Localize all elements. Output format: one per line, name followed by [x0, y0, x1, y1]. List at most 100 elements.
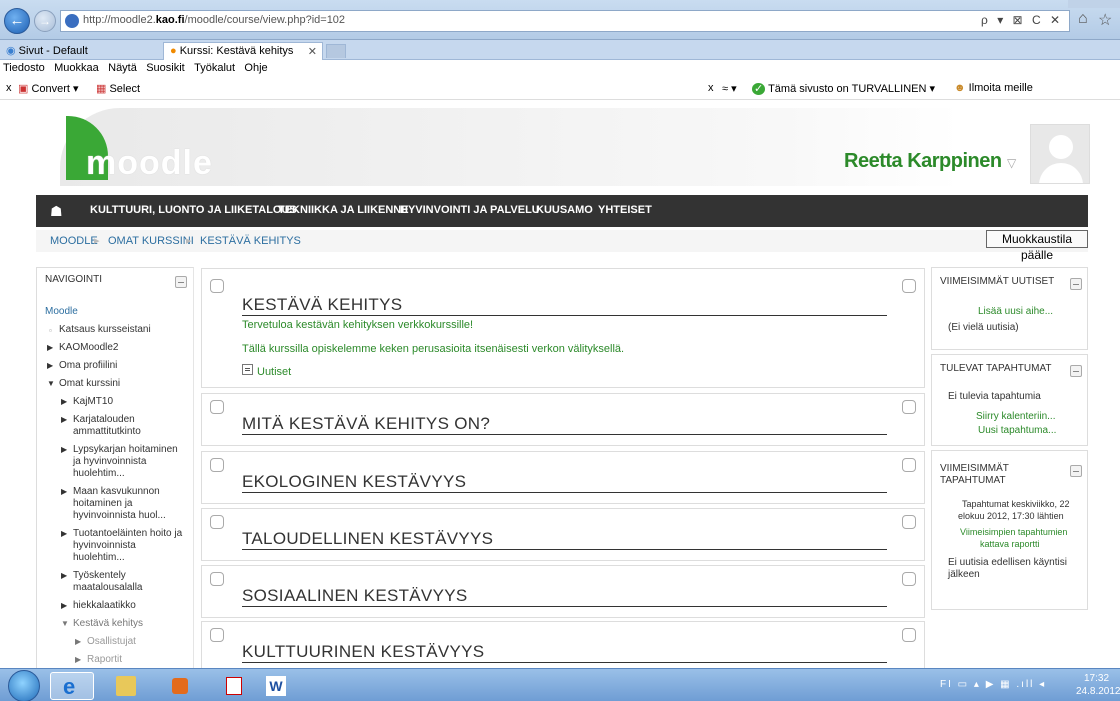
caret-down-icon[interactable]: ▼ — [47, 379, 55, 388]
nav-kulttuuri[interactable]: KULTTUURI, LUONTO JA LIIKETALOUS — [90, 204, 297, 216]
calendar-link[interactable]: Siirry kalenteriin... — [976, 411, 1055, 422]
window-controls[interactable] — [1068, 0, 1120, 8]
address-bar[interactable]: http://moodle2.kao.fi/moodle/course/view… — [60, 10, 1070, 32]
nav-kaomoodle2[interactable]: KAOMoodle2 — [59, 342, 118, 353]
caret-right-icon[interactable]: ▶ — [61, 529, 67, 538]
nav-course-tyo-1[interactable]: Työskentely — [73, 570, 126, 581]
taskbar-acrobat[interactable] — [212, 672, 256, 700]
caret-right-icon[interactable]: ▶ — [75, 637, 81, 646]
section-checkbox[interactable] — [210, 458, 224, 472]
menu-edit[interactable]: Muokkaa — [51, 60, 102, 76]
nav-course-lypsy-2[interactable]: ja hyvinvoinnista — [73, 456, 146, 467]
home-icon[interactable]: ⌂ — [1078, 10, 1088, 28]
tab-close-icon[interactable]: ✕ — [308, 45, 317, 58]
nav-hyvinvointi[interactable]: HYVINVOINTI JA PALVELU — [400, 204, 540, 216]
nav-course-lypsy-3[interactable]: huolehtim... — [73, 468, 125, 479]
caret-right-icon[interactable]: ▶ — [61, 601, 67, 610]
nav-tekniikka[interactable]: TEKNIIKKA JA LIIKENNE — [278, 204, 409, 216]
caret-right-icon[interactable]: ▶ — [61, 571, 67, 580]
nav-root[interactable]: Moodle — [45, 306, 78, 317]
collapse-icon[interactable] — [175, 276, 187, 288]
caret-right-icon[interactable]: ▶ — [61, 397, 67, 406]
section-checkbox[interactable] — [210, 279, 224, 293]
section-checkbox[interactable] — [210, 572, 224, 586]
menu-favorites[interactable]: Suosikit — [143, 60, 188, 76]
menu-help[interactable]: Ohje — [241, 60, 270, 76]
caret-right-icon[interactable]: ▶ — [75, 655, 81, 664]
nav-course-maa-3[interactable]: hyvinvoinnista huol... — [73, 510, 166, 521]
start-button[interactable] — [8, 670, 40, 701]
user-menu[interactable]: Reetta Karppinen — [844, 150, 1002, 173]
menu-view[interactable]: Näytä — [105, 60, 140, 76]
nav-overview[interactable]: Katsaus kursseistani — [59, 324, 151, 335]
section-checkbox[interactable] — [902, 515, 916, 529]
security-status[interactable]: ✓ Tämä sivusto on TURVALLINEN ▾ — [752, 82, 935, 95]
add-topic-link[interactable]: Lisää uusi aihe... — [978, 306, 1053, 317]
taskbar-explorer[interactable] — [104, 672, 148, 700]
nav-course-tuotanto-3[interactable]: huolehtim... — [73, 552, 125, 563]
section-checkbox[interactable] — [902, 628, 916, 642]
nav-course-tuotanto-1[interactable]: Tuotantoeläinten hoito ja — [73, 528, 182, 539]
crumb-course[interactable]: KESTÄVÄ KEHITYS — [200, 235, 301, 247]
nav-course-maa-1[interactable]: Maan kasvukunnon — [73, 486, 160, 497]
clock-time[interactable]: 17:32 — [1084, 673, 1109, 684]
address-tools[interactable]: ρ ▾ ⊠ C ✕ — [981, 13, 1063, 27]
caret-down-icon[interactable]: ▼ — [61, 619, 69, 628]
nav-course-karja-2[interactable]: ammattitutkinto — [73, 426, 141, 437]
full-report-link-1[interactable]: Viimeisimpien tapahtumien — [960, 527, 1067, 537]
edit-mode-button[interactable]: Muokkaustila päälle — [986, 230, 1088, 262]
collapse-icon[interactable] — [1070, 465, 1082, 477]
report-button[interactable]: ☻ Ilmoita meille — [954, 82, 1033, 94]
taskbar-word[interactable]: W — [254, 672, 298, 700]
nav-course-tuotanto-2[interactable]: hyvinvoinnista — [73, 540, 136, 551]
section-checkbox[interactable] — [902, 572, 916, 586]
section-checkbox[interactable] — [210, 400, 224, 414]
nav-my-courses[interactable]: Omat kurssini — [59, 378, 120, 389]
nav-course-current[interactable]: Kestävä kehitys — [73, 618, 143, 629]
menu-tools[interactable]: Työkalut — [191, 60, 238, 76]
news-forum-link[interactable]: Uutiset — [257, 366, 291, 378]
nav-yhteiset[interactable]: YHTEISET — [598, 204, 652, 216]
favorites-star-icon[interactable]: ☆ — [1098, 10, 1112, 30]
taskbar-ie[interactable]: e — [50, 672, 94, 700]
back-button[interactable]: ← — [4, 8, 30, 34]
clock-date[interactable]: 24.8.2012 — [1076, 686, 1120, 697]
nav-course-maa-2[interactable]: hoitaminen ja — [73, 498, 132, 509]
menu-file[interactable]: Tiedosto — [0, 60, 48, 76]
section-checkbox[interactable] — [902, 400, 916, 414]
chevron-down-icon[interactable]: ▽ — [1007, 156, 1016, 170]
crumb-moodle[interactable]: MOODLE — [50, 235, 98, 247]
caret-right-icon[interactable]: ▶ — [47, 361, 53, 370]
wifi-icon[interactable]: ≈ ▾ — [722, 82, 737, 95]
convert-button[interactable]: ▣ Convert ▾ — [18, 82, 79, 95]
tab-active[interactable]: ● Kurssi: Kestävä kehitys ✕ — [163, 42, 323, 60]
nav-reports[interactable]: Raportit — [87, 654, 122, 665]
section-checkbox[interactable] — [902, 458, 916, 472]
nav-course-lypsy-1[interactable]: Lypsykarjan hoitaminen — [73, 444, 178, 455]
security-close-icon[interactable]: x — [708, 82, 714, 94]
moodle-logo[interactable]: moodle — [86, 144, 213, 183]
caret-right-icon[interactable]: ▶ — [61, 415, 67, 424]
nav-course-sandbox[interactable]: hiekkalaatikko — [73, 600, 136, 611]
collapse-icon[interactable] — [1070, 278, 1082, 290]
forward-button[interactable]: → — [34, 10, 56, 32]
nav-course-kajmt10[interactable]: KajMT10 — [73, 396, 113, 407]
toolbar-close-icon[interactable]: x — [6, 82, 12, 94]
nav-participants[interactable]: Osallistujat — [87, 636, 136, 647]
select-button[interactable]: ▦ Select — [96, 82, 140, 95]
nav-course-tyo-2[interactable]: maatalousalalla — [73, 582, 143, 593]
caret-right-icon[interactable]: ▶ — [61, 445, 67, 454]
home-icon[interactable]: ☗ — [50, 203, 63, 220]
section-checkbox[interactable] — [210, 628, 224, 642]
section-checkbox[interactable] — [902, 279, 916, 293]
system-tray[interactable]: FI ▭ ▴ ▶ ▦ .ıll ◂ — [940, 679, 1046, 690]
new-event-link[interactable]: Uusi tapahtuma... — [978, 425, 1056, 436]
new-tab-button[interactable] — [326, 44, 346, 58]
nav-kuusamo[interactable]: KUUSAMO — [536, 204, 593, 216]
caret-right-icon[interactable]: ▶ — [61, 487, 67, 496]
favorites-default[interactable]: ◉ Sivut - Default — [0, 42, 150, 60]
caret-right-icon[interactable]: ▶ — [47, 343, 53, 352]
collapse-icon[interactable] — [1070, 365, 1082, 377]
nav-course-karja-1[interactable]: Karjatalouden — [73, 414, 135, 425]
section-checkbox[interactable] — [210, 515, 224, 529]
